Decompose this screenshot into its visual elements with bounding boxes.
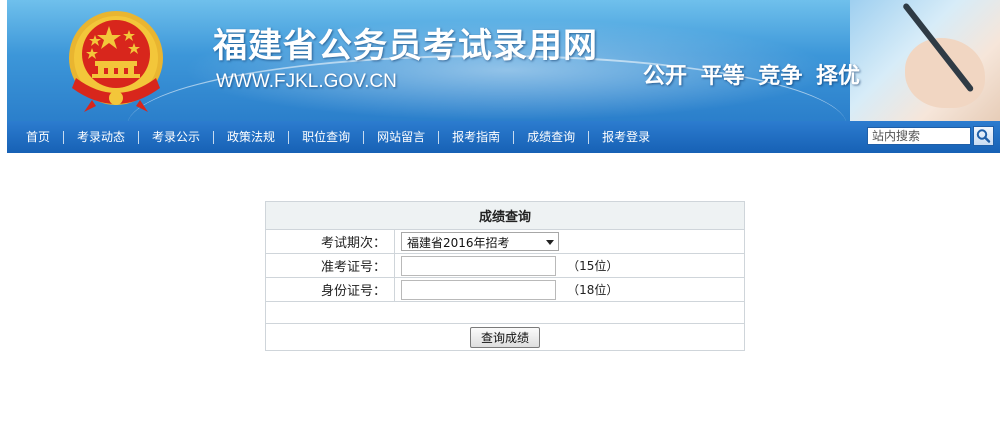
search-icon (976, 129, 991, 143)
site-search-button[interactable] (973, 126, 994, 146)
chevron-down-icon (546, 240, 554, 245)
id-no-row: 身份证号： （18位） (265, 277, 745, 302)
admission-no-input[interactable] (401, 255, 556, 276)
nav-item-exam-notices[interactable]: 考录公示 (139, 130, 213, 144)
id-no-input[interactable] (401, 279, 556, 300)
nav-item-exam-news[interactable]: 考录动态 (64, 130, 138, 144)
nav-item-message-board[interactable]: 网站留言 (364, 130, 438, 144)
admission-no-hint: （15位） (567, 259, 619, 273)
site-search-input[interactable] (867, 127, 971, 145)
header-banner: 福建省公务员考试录用网 WWW.FJKL.GOV.CN 公开 平等 竞争 择优 (7, 0, 1000, 121)
admission-no-label: 准考证号： (265, 253, 395, 278)
score-query-form: 成绩查询 考试期次： 福建省2016年招考 准考证号： （15位） 身份证号： … (265, 201, 745, 351)
nav-item-login[interactable]: 报考登录 (589, 130, 663, 144)
site-title: 福建省公务员考试录用网 (213, 26, 598, 66)
spacer-cell (265, 301, 745, 324)
nav-item-guide[interactable]: 报考指南 (439, 130, 513, 144)
hand-shape (905, 38, 985, 108)
nav-item-policies[interactable]: 政策法规 (214, 130, 288, 144)
exam-period-cell: 福建省2016年招考 (394, 229, 745, 254)
nav-item-home[interactable]: 首页 (13, 130, 63, 144)
submit-cell: 查询成绩 (265, 323, 745, 351)
exam-period-label: 考试期次： (265, 229, 395, 254)
site-url: WWW.FJKL.GOV.CN (216, 71, 397, 92)
id-no-hint: （18位） (567, 283, 619, 297)
submit-row: 查询成绩 (265, 323, 745, 351)
main-nav: 首页 考录动态 考录公示 政策法规 职位查询 网站留言 报考指南 成绩查询 报考… (7, 121, 1000, 153)
national-emblem-icon (69, 11, 163, 112)
nav-list: 首页 考录动态 考录公示 政策法规 职位查询 网站留言 报考指南 成绩查询 报考… (7, 121, 663, 153)
page: 福建省公务员考试录用网 WWW.FJKL.GOV.CN 公开 平等 竞争 择优 … (0, 0, 1007, 437)
form-title: 成绩查询 (265, 201, 745, 230)
nav-item-score-query[interactable]: 成绩查询 (514, 130, 588, 144)
exam-period-select[interactable]: 福建省2016年招考 (401, 232, 559, 251)
exam-period-selected-value: 福建省2016年招考 (407, 236, 510, 250)
admission-no-cell: （15位） (394, 253, 745, 278)
form-title-row: 成绩查询 (265, 201, 745, 230)
nav-item-job-search[interactable]: 职位查询 (289, 130, 363, 144)
query-score-button[interactable]: 查询成绩 (469, 326, 540, 348)
writing-hand-photo (850, 0, 1000, 121)
admission-no-row: 准考证号： （15位） (265, 253, 745, 278)
exam-period-row: 考试期次： 福建省2016年招考 (265, 229, 745, 254)
id-no-label: 身份证号： (265, 277, 395, 302)
spacer-row (265, 301, 745, 324)
id-no-cell: （18位） (394, 277, 745, 302)
site-slogan: 公开 平等 竞争 择优 (643, 64, 860, 89)
